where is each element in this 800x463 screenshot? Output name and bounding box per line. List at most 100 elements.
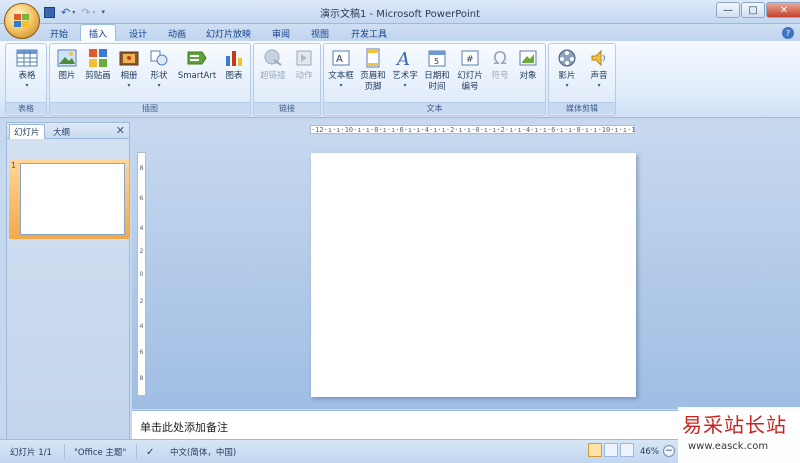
group-table-label: 表格 <box>6 102 46 114</box>
save-icon[interactable] <box>44 6 55 18</box>
tab-slideshow[interactable]: 幻灯片放映 <box>198 25 259 41</box>
hyperlink-button[interactable]: 超链接 <box>256 47 290 82</box>
notes-placeholder: 单击此处添加备注 <box>140 421 228 434</box>
wordart-icon: A <box>394 47 416 69</box>
slideshow-view-icon[interactable] <box>620 443 634 457</box>
object-button[interactable]: 对象 <box>514 47 542 82</box>
tab-animation[interactable]: 动画 <box>160 25 194 41</box>
shapes-label: 形状 <box>150 71 168 81</box>
group-illustrations-label: 插图 <box>50 102 250 114</box>
chart-button[interactable]: 图表 <box>220 47 248 82</box>
datetime-label-2: 时间 <box>428 82 446 92</box>
vruler-mark: 4 <box>139 322 144 330</box>
shapes-dropdown-icon: ▾ <box>157 82 161 89</box>
group-table: 表格 ▾ 表格 <box>5 43 47 116</box>
hyperlink-icon <box>262 47 284 69</box>
tab-insert[interactable]: 插入 <box>80 24 117 42</box>
action-label: 动作 <box>295 71 313 81</box>
movie-button[interactable]: 影片 ▾ <box>552 47 582 90</box>
symbol-button[interactable]: Ω 符号 <box>487 47 513 82</box>
vruler-mark: 6 <box>139 348 144 356</box>
movie-label: 影片 <box>558 71 576 81</box>
zoom-level[interactable]: 46% <box>640 446 659 458</box>
movie-dropdown-icon: ▾ <box>565 82 569 89</box>
smartart-button[interactable]: SmartArt <box>175 47 219 82</box>
minimize-button[interactable]: — <box>716 2 740 18</box>
status-language[interactable]: 中文(简体，中国) <box>170 446 236 458</box>
picture-button[interactable]: 图片 <box>53 47 81 82</box>
redo-icon[interactable]: ↷ <box>81 6 90 19</box>
thumbnail-number: 1 <box>11 161 17 170</box>
shapes-button[interactable]: 形状 ▾ <box>145 47 173 90</box>
status-separator <box>136 444 137 459</box>
action-button[interactable]: 动作 <box>290 47 318 82</box>
slide-number-label-1: 幻灯片 <box>457 71 483 81</box>
tab-home[interactable]: 开始 <box>42 25 76 41</box>
office-button[interactable] <box>4 3 40 39</box>
svg-text:A: A <box>336 54 343 65</box>
group-text: A 文本框 ▾ 页眉和 页脚 A 艺术字 ▾ 5 日期和 时间 # 幻灯片 编号… <box>323 43 546 116</box>
slides-panel: 幻灯片 大纲 ✕ 1 <box>6 122 130 439</box>
quick-access-toolbar: ↶ ▾ ↷ ▾ ▾ <box>44 5 105 19</box>
album-label: 相册 <box>120 71 138 81</box>
customize-qat-icon[interactable]: ▾ <box>101 8 105 16</box>
chart-icon <box>223 47 245 69</box>
textbox-button[interactable]: A 文本框 ▾ <box>326 47 356 90</box>
vruler-mark: 6 <box>139 194 144 202</box>
normal-view-icon[interactable] <box>588 443 602 457</box>
clipart-button[interactable]: 剪贴画 <box>82 47 114 82</box>
slide-thumbnail[interactable] <box>20 163 125 235</box>
zoom-out-icon[interactable]: − <box>663 445 675 457</box>
header-footer-button[interactable]: 页眉和 页脚 <box>357 47 389 93</box>
object-icon <box>517 47 539 69</box>
table-dropdown-icon: ▾ <box>25 82 29 89</box>
slide-number-button[interactable]: # 幻灯片 编号 <box>454 47 486 93</box>
spellcheck-icon[interactable]: ✓ <box>146 446 154 458</box>
hyperlink-label: 超链接 <box>260 71 286 81</box>
textbox-dropdown-icon: ▾ <box>339 82 343 89</box>
omega-icon: Ω <box>493 47 507 69</box>
object-label: 对象 <box>519 71 537 81</box>
tab-view[interactable]: 视图 <box>303 25 337 41</box>
svg-text:#: # <box>466 55 474 65</box>
status-theme[interactable]: "Office 主题" <box>74 446 126 458</box>
album-button[interactable]: 相册 ▾ <box>115 47 143 90</box>
panel-tabs: 幻灯片 大纲 ✕ <box>7 123 129 139</box>
watermark: 易采站长站 www.easck.com <box>678 407 800 463</box>
calendar-icon: 5 <box>426 47 448 69</box>
wordart-button[interactable]: A 艺术字 ▾ <box>390 47 420 90</box>
datetime-button[interactable]: 5 日期和 时间 <box>421 47 453 93</box>
slide-number-label-2: 编号 <box>461 82 479 92</box>
datetime-label-1: 日期和 <box>424 71 450 81</box>
ribbon-tabs: 开始 插入 设计 动画 幻灯片放映 审阅 视图 开发工具 ? <box>0 24 800 42</box>
vruler-mark: 8 <box>139 374 144 382</box>
close-button[interactable]: ✕ <box>766 2 800 18</box>
maximize-button[interactable]: □ <box>741 2 765 18</box>
slide-sorter-view-icon[interactable] <box>604 443 618 457</box>
header-footer-label-2: 页脚 <box>364 82 382 92</box>
sound-button[interactable]: 声音 ▾ <box>584 47 614 90</box>
header-footer-label-1: 页眉和 <box>360 71 386 81</box>
vruler-mark: 2 <box>139 247 144 255</box>
status-separator <box>64 444 65 459</box>
action-icon <box>293 47 315 69</box>
window-title: 演示文稿1 - Microsoft PowerPoint <box>319 9 481 20</box>
slide-canvas[interactable] <box>311 153 636 397</box>
tab-slides[interactable]: 幻灯片 <box>9 124 45 139</box>
group-illustrations: 图片 剪贴画 相册 ▾ 形状 ▾ SmartArt 图表 插图 <box>49 43 251 116</box>
tab-design[interactable]: 设计 <box>121 25 155 41</box>
symbol-label: 符号 <box>491 71 509 81</box>
picture-icon <box>56 47 78 69</box>
redo-dropdown-icon[interactable]: ▾ <box>92 9 95 16</box>
undo-icon[interactable]: ↶ <box>61 6 70 19</box>
undo-dropdown-icon[interactable]: ▾ <box>72 9 75 16</box>
wordart-dropdown-icon: ▾ <box>403 82 407 89</box>
smartart-label: SmartArt <box>177 71 217 81</box>
tab-developer[interactable]: 开发工具 <box>343 25 395 41</box>
tab-review[interactable]: 审阅 <box>264 25 298 41</box>
tab-outline[interactable]: 大纲 <box>49 124 74 139</box>
table-button[interactable]: 表格 ▾ <box>9 47 45 90</box>
help-icon[interactable]: ? <box>782 27 794 39</box>
smartart-icon <box>186 47 208 69</box>
panel-close-icon[interactable]: ✕ <box>116 124 125 137</box>
